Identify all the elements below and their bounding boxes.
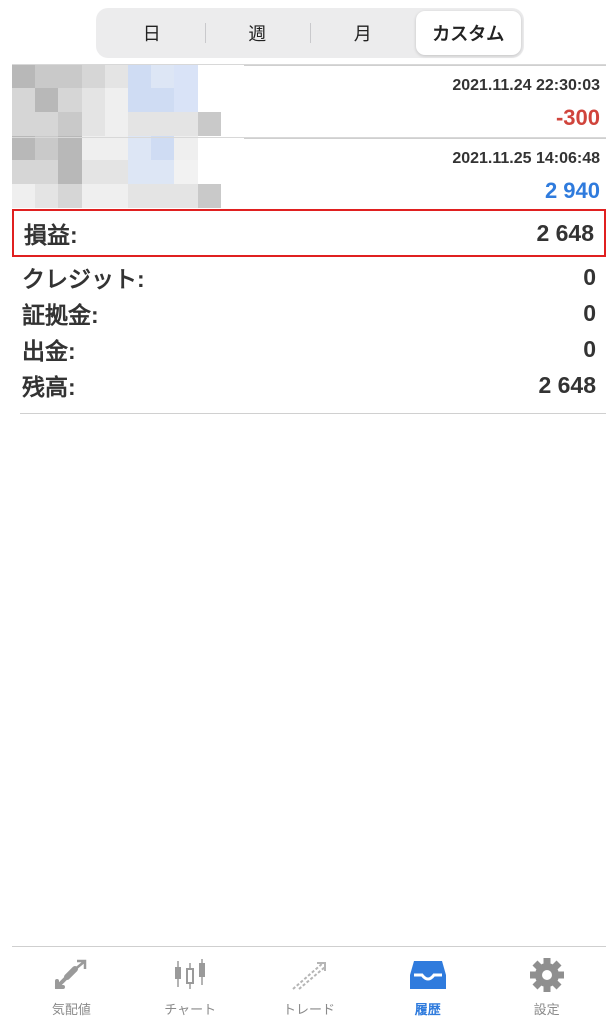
quotes-icon xyxy=(55,959,87,989)
tab-label: チャート xyxy=(164,1003,217,1018)
row-divider xyxy=(244,65,606,66)
deal-time: 2021.11.24 22:30:03 xyxy=(452,77,600,94)
summary-row-profit: 損益: 2 648 xyxy=(12,209,606,257)
inbox-icon xyxy=(409,961,446,989)
deal-profit: -300 xyxy=(555,105,600,130)
tab-label: 設定 xyxy=(533,1003,560,1018)
trade-icon xyxy=(292,962,326,990)
credit-label: クレジット: xyxy=(22,266,145,292)
summary-row-withdrawal: 出金: 0 xyxy=(12,331,606,367)
deal-row[interactable]: 2021.11.25 14:06:48 2 940 xyxy=(12,137,606,210)
summary-divider xyxy=(20,413,606,414)
deal-profit: 2 940 xyxy=(544,178,600,203)
summary-row-margin: 証拠金: 0 xyxy=(12,295,606,331)
tab-trade[interactable]: トレード xyxy=(250,947,369,1024)
account-summary: 損益: 2 648 クレジット: 0 証拠金: 0 出金: 0 残高: 2 64… xyxy=(12,209,606,414)
deal-row[interactable]: 2021.11.24 22:30:03 -300 xyxy=(12,64,606,137)
deal-list: 2021.11.24 22:30:03 -300 2021.11.25 14:0… xyxy=(12,64,606,210)
period-segmented-control: 日 週 月 カスタム xyxy=(96,8,524,58)
row-divider xyxy=(244,138,606,139)
withdrawal-value: 0 xyxy=(583,335,596,362)
bottom-tab-bar: 気配値 チャート トレード 履歴 設定 xyxy=(12,946,606,1024)
segment-week[interactable]: 週 xyxy=(204,11,311,55)
tab-label: トレード xyxy=(282,1003,335,1018)
withdrawal-label: 出金: xyxy=(22,338,76,364)
period-selector-bar: 日 週 月 カスタム xyxy=(0,0,612,64)
segment-day[interactable]: 日 xyxy=(99,11,205,55)
profit-value: 2 648 xyxy=(536,219,594,246)
tab-history[interactable]: 履歴 xyxy=(368,947,487,1024)
summary-row-credit: クレジット: 0 xyxy=(12,259,606,295)
balance-value: 2 648 xyxy=(538,371,596,398)
segment-month[interactable]: 月 xyxy=(310,11,416,55)
gear-icon xyxy=(529,958,564,992)
tab-settings[interactable]: 設定 xyxy=(487,947,606,1024)
margin-label: 証拠金: xyxy=(22,302,99,328)
balance-label: 残高: xyxy=(22,374,76,400)
summary-row-balance: 残高: 2 648 xyxy=(12,367,606,403)
tab-label: 履歴 xyxy=(414,1003,441,1018)
tab-quotes[interactable]: 気配値 xyxy=(12,947,131,1024)
tab-chart[interactable]: チャート xyxy=(131,947,250,1024)
segment-custom[interactable]: カスタム xyxy=(415,11,521,55)
tab-label: 気配値 xyxy=(51,1003,91,1018)
history-screen: 日 週 月 カスタム 2021.11.24 22:30:03 -300 2021… xyxy=(0,0,612,1024)
margin-value: 0 xyxy=(583,299,596,326)
credit-value: 0 xyxy=(583,263,596,290)
deal-time: 2021.11.25 14:06:48 xyxy=(452,150,600,167)
candlestick-icon xyxy=(175,959,206,989)
profit-label: 損益: xyxy=(24,222,78,248)
